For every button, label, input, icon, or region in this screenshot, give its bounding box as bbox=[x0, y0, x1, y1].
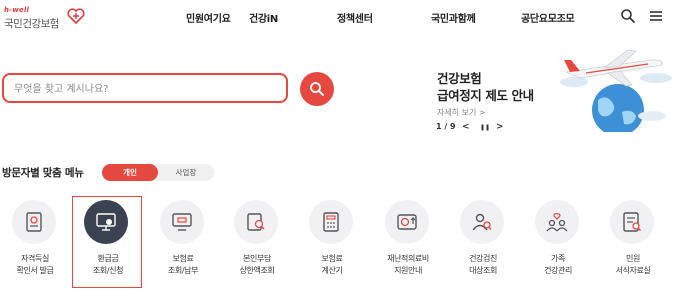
monitor-refund-icon bbox=[96, 213, 116, 231]
service-qualification-certificate[interactable]: 자격득실 확인서 발급 bbox=[0, 196, 70, 288]
calculator-icon bbox=[323, 212, 339, 232]
tab-individual[interactable]: 개인 bbox=[102, 164, 158, 181]
service-label: 건강검진 대상조회 bbox=[469, 254, 497, 275]
computer-payment-icon bbox=[172, 213, 192, 231]
banner-title: 건강보험 급여정지 제도 안내 bbox=[437, 70, 534, 104]
service-label: 재난적의료비 지원안내 bbox=[387, 254, 429, 275]
banner-title-line2: 급여정지 제도 안내 bbox=[437, 88, 534, 103]
airplane-globe-illustration bbox=[560, 49, 672, 132]
service-label: 자격득실 확인서 발급 bbox=[16, 254, 54, 275]
service-label: 보험료 계산기 bbox=[321, 254, 343, 275]
nav-item-civil[interactable]: 민원여기요 bbox=[186, 10, 231, 25]
nav-item-together[interactable]: 국민과함께 bbox=[431, 10, 476, 25]
person-search-icon bbox=[472, 213, 492, 231]
banner-prev-button[interactable]: < bbox=[462, 122, 470, 132]
main-nav: 민원여기요 건강iN 정책센터 국민과함께 공단요모조모 bbox=[0, 10, 677, 26]
search-input[interactable] bbox=[14, 80, 274, 98]
service-copayment-limit[interactable]: 본인부담 상한액조회 bbox=[222, 196, 292, 288]
medical-support-icon bbox=[397, 214, 417, 230]
search-button[interactable] bbox=[300, 72, 334, 106]
nav-item-about[interactable]: 공단요모조모 bbox=[521, 10, 575, 25]
visitor-type-toggle: 개인 사업장 bbox=[102, 164, 214, 181]
service-civil-forms[interactable]: 민원 서식자료실 bbox=[598, 196, 668, 288]
banner-page-count: 1 / 9 bbox=[436, 122, 456, 131]
banner-more-link[interactable]: 자세히 보기 > bbox=[437, 107, 486, 118]
service-icon-circle bbox=[309, 200, 353, 244]
service-health-checkup[interactable]: 건강검진 대상조회 bbox=[448, 196, 518, 288]
service-icon-circle bbox=[12, 200, 56, 244]
service-refund-inquiry[interactable]: 환급금 조회/신청 bbox=[72, 196, 142, 288]
banner-title-line1: 건강보험 bbox=[437, 71, 482, 86]
service-premium-payment[interactable]: 보험료 조회/납부 bbox=[148, 196, 218, 288]
search-box bbox=[2, 73, 288, 103]
document-search-icon bbox=[247, 213, 265, 231]
service-catastrophic-medical[interactable]: 재난적의료비 지원안내 bbox=[373, 196, 443, 288]
nav-item-policy[interactable]: 정책센터 bbox=[337, 10, 373, 25]
service-icon-circle bbox=[385, 200, 429, 244]
service-label: 보험료 조회/납부 bbox=[167, 254, 199, 275]
search-icon bbox=[310, 82, 324, 96]
service-premium-calculator[interactable]: 보험료 계산기 bbox=[297, 196, 367, 288]
service-icon-circle bbox=[160, 200, 204, 244]
tab-business[interactable]: 사업장 bbox=[158, 164, 214, 181]
hamburger-menu-icon[interactable] bbox=[648, 8, 664, 24]
search-icon[interactable] bbox=[620, 8, 636, 24]
family-icon bbox=[546, 213, 568, 232]
form-document-icon bbox=[623, 212, 641, 232]
service-icon-circle bbox=[535, 200, 579, 244]
service-label: 환급금 조회/신청 bbox=[92, 254, 124, 275]
service-icon-circle bbox=[610, 200, 654, 244]
service-icon-circle bbox=[234, 200, 278, 244]
certificate-icon bbox=[26, 212, 42, 232]
banner-pause-button[interactable]: ❚❚ bbox=[480, 124, 490, 131]
nav-item-health-in[interactable]: 건강iN bbox=[249, 10, 278, 25]
service-family-health[interactable]: 가족 건강관리 bbox=[523, 196, 593, 288]
service-label: 본인부담 상한액조회 bbox=[239, 254, 275, 275]
service-label: 가족 건강관리 bbox=[544, 254, 572, 275]
banner-next-button[interactable]: > bbox=[496, 122, 504, 132]
section-title: 방문자별 맞춤 메뉴 bbox=[2, 167, 84, 179]
service-label: 민원 서식자료실 bbox=[615, 254, 651, 275]
banner-pagination: 1 / 9 < ❚❚ > bbox=[436, 122, 516, 134]
service-icon-circle bbox=[84, 200, 128, 244]
service-icon-circle bbox=[460, 200, 504, 244]
